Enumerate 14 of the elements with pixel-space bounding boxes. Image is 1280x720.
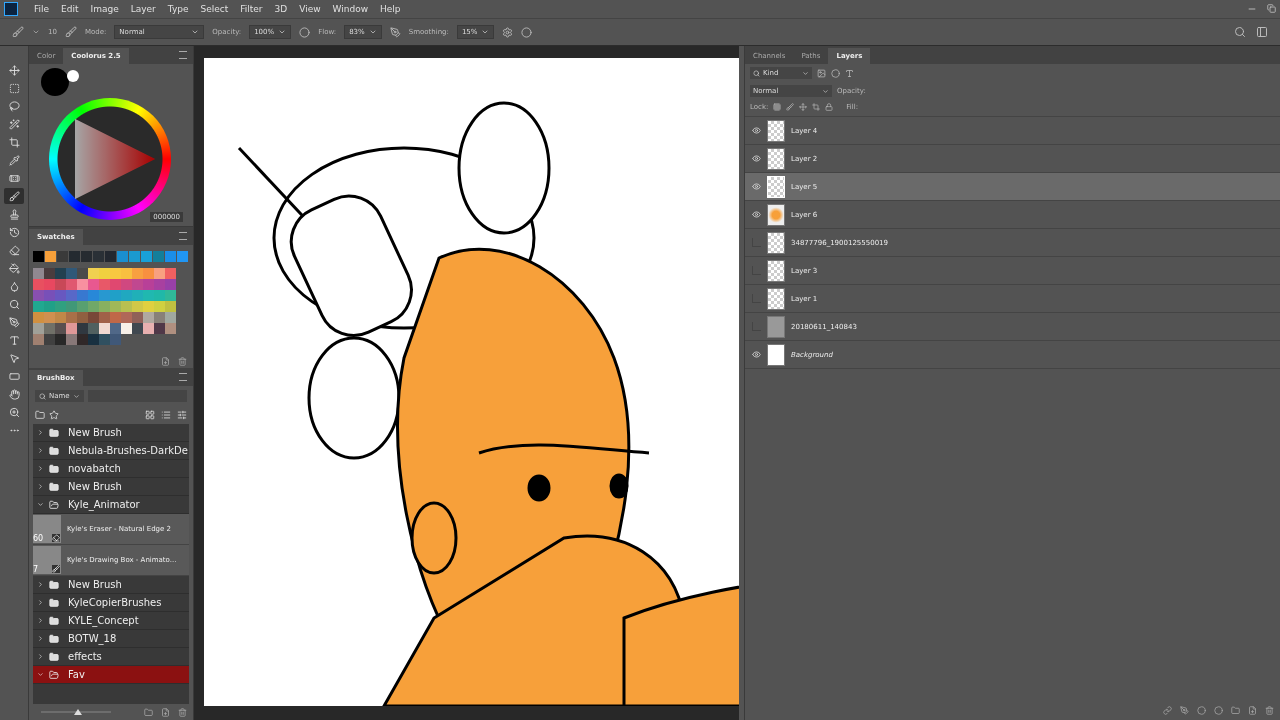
menu-item[interactable]: 3D xyxy=(268,4,294,14)
menu-item[interactable]: Help xyxy=(374,4,407,14)
menu-item[interactable]: Select xyxy=(194,4,235,14)
menu-item[interactable]: File xyxy=(28,4,56,14)
menu-item[interactable]: Image xyxy=(84,4,125,14)
brush-size: 60 xyxy=(33,534,44,543)
menu-item[interactable]: Edit xyxy=(55,4,85,14)
menu-item[interactable]: Type xyxy=(161,4,195,14)
menu-item[interactable]: Layer xyxy=(124,4,162,14)
menu-item[interactable]: Window xyxy=(326,4,375,14)
brush-size: 7 xyxy=(33,565,39,574)
menu-item[interactable]: View xyxy=(293,4,327,14)
brush-folder[interactable]: Fav xyxy=(33,666,189,684)
menu-item[interactable]: Filter xyxy=(234,4,269,14)
